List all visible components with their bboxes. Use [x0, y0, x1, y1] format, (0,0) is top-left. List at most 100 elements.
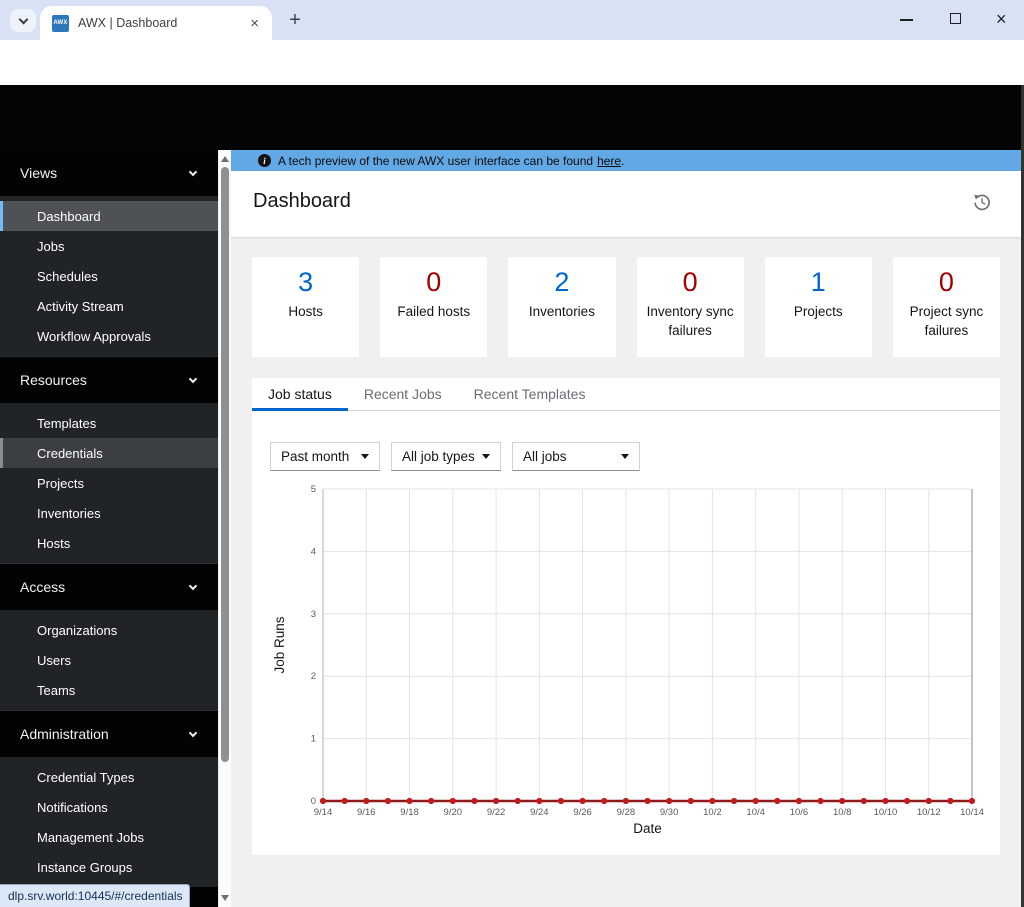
window-close-button[interactable]: ×: [996, 7, 1007, 31]
data-point: [341, 797, 348, 805]
svg-text:10/2: 10/2: [703, 807, 722, 818]
data-point: [925, 797, 932, 805]
job-status-chart-container: 0 1 2 3 4 5 9/14 9/16 9/18 9/20 9/22 9/24 9/26 9/28 9/…: [270, 481, 985, 845]
sidebar-group-header-views[interactable]: Views: [0, 150, 218, 196]
summary-card-projects: 1 Projects: [764, 257, 872, 357]
sidebar-scrollbar[interactable]: [218, 150, 231, 907]
data-point: [795, 797, 803, 805]
scrollbar-thumb[interactable]: [221, 167, 229, 762]
sidebar-item-teams[interactable]: Teams: [0, 675, 218, 705]
filter-select-past-month[interactable]: Past month: [270, 442, 380, 471]
filter-selected-value: Past month: [281, 449, 350, 464]
sidebar-nav: Views Dashboard Jobs Schedules Activity Stre…: [0, 150, 218, 907]
caret-down-icon: [621, 454, 629, 459]
sidebar-group-administration: Administration Credential Types Notificati…: [0, 710, 218, 887]
tab-close-icon[interactable]: ×: [247, 15, 262, 32]
sidebar-item-schedules[interactable]: Schedules: [0, 261, 218, 291]
svg-text:10/8: 10/8: [833, 807, 852, 818]
data-point: [968, 797, 976, 805]
job-status-line-chart: 0 1 2 3 4 5 9/14 9/16 9/18 9/20 9/22 9/24 9/26 9/28 9/…: [272, 484, 984, 836]
new-tab-button[interactable]: +: [283, 8, 307, 32]
card-value[interactable]: 0: [637, 266, 744, 300]
sidebar-item-projects[interactable]: Projects: [0, 468, 218, 498]
data-point: [384, 797, 391, 805]
sidebar-item-activity-stream[interactable]: Activity Stream: [0, 291, 218, 321]
data-point: [839, 797, 846, 805]
sidebar-item-inventories[interactable]: Inventories: [0, 498, 218, 528]
svg-text:10/4: 10/4: [746, 807, 765, 818]
sidebar-item-users[interactable]: Users: [0, 645, 218, 675]
sidebar-item-jobs[interactable]: Jobs: [0, 231, 218, 261]
data-point: [406, 797, 413, 805]
data-point: [579, 797, 586, 805]
sidebar-item-organizations[interactable]: Organizations: [0, 615, 218, 645]
data-point: [492, 797, 500, 805]
sidebar-item-notifications[interactable]: Notifications: [0, 792, 218, 822]
tab-search-button[interactable]: [10, 9, 36, 32]
sidebar-group-items: Credential Types Notifications Management …: [0, 757, 218, 887]
sidebar-group-header-resources[interactable]: Resources: [0, 357, 218, 403]
svg-text:10/10: 10/10: [874, 807, 898, 818]
awx-header: AWX ? admin: [0, 85, 1024, 233]
sidebar-group-header-access[interactable]: Access: [0, 564, 218, 610]
banner-here-link[interactable]: here: [597, 154, 621, 168]
tab-job-status[interactable]: Job status: [252, 378, 348, 411]
sidebar-item-instance-groups[interactable]: Instance Groups: [0, 852, 218, 882]
card-value[interactable]: 0: [380, 266, 487, 300]
page-header: Dashboard: [231, 171, 1021, 237]
svg-text:1: 1: [311, 734, 316, 745]
window-minimize-button[interactable]: [900, 19, 913, 21]
data-point: [428, 797, 435, 805]
chevron-down-icon: [188, 581, 198, 590]
data-point: [536, 797, 543, 805]
sidebar-item-management-jobs[interactable]: Management Jobs: [0, 822, 218, 852]
card-value[interactable]: 3: [252, 266, 359, 300]
sidebar-group-resources: Resources Templates Credentials Projects Inv…: [0, 356, 218, 563]
filter-select-all-jobs[interactable]: All jobs: [512, 442, 640, 471]
scroll-up-icon[interactable]: [221, 156, 229, 162]
banner-suffix: .: [621, 153, 625, 168]
scroll-down-icon[interactable]: [221, 895, 229, 901]
data-point: [947, 797, 954, 805]
sidebar-group-items: Dashboard Jobs Schedules Activity Stream Wor…: [0, 196, 218, 356]
svg-text:3: 3: [311, 609, 316, 620]
sidebar-item-hosts[interactable]: Hosts: [0, 528, 218, 558]
svg-text:9/16: 9/16: [357, 807, 376, 818]
sidebar-item-dashboard[interactable]: Dashboard: [0, 201, 218, 231]
sidebar-item-credential-types[interactable]: Credential Types: [0, 762, 218, 792]
sidebar-item-workflow-approvals[interactable]: Workflow Approvals: [0, 321, 218, 351]
summary-card-inventory-sync-failures: 0 Inventory sync failures: [636, 257, 744, 357]
chevron-down-icon: [188, 167, 198, 176]
x-axis-label: Date: [633, 821, 662, 836]
sidebar-item-templates[interactable]: Templates: [0, 408, 218, 438]
tab-recent-jobs[interactable]: Recent Jobs: [348, 378, 458, 410]
sidebar-group-label: Views: [20, 165, 58, 181]
filter-selected-value: All job types: [402, 449, 475, 464]
svg-text:0: 0: [311, 796, 316, 807]
card-value[interactable]: 0: [893, 266, 1000, 300]
svg-text:9/30: 9/30: [660, 807, 679, 818]
chevron-down-icon: [188, 728, 198, 737]
svg-text:10/6: 10/6: [790, 807, 809, 818]
filter-select-all-job-types[interactable]: All job types: [391, 442, 501, 471]
sidebar-item-credentials[interactable]: Credentials: [0, 438, 218, 468]
browser-tab[interactable]: AWX AWX | Dashboard ×: [40, 6, 272, 40]
refresh-history-icon[interactable]: [973, 193, 991, 214]
data-point: [622, 797, 629, 805]
browser-tab-strip: AWX AWX | Dashboard × + ×: [0, 0, 1024, 40]
sidebar-group-access: Access Organizations Users Teams: [0, 563, 218, 710]
sidebar-group-header-administration[interactable]: Administration: [0, 711, 218, 757]
card-value[interactable]: 2: [508, 266, 615, 300]
window-maximize-button[interactable]: [950, 13, 961, 24]
chevron-down-icon: [18, 14, 28, 24]
card-value[interactable]: 1: [765, 266, 872, 300]
data-point: [601, 797, 608, 805]
card-label: Hosts: [288, 303, 323, 319]
y-axis-label: Job Runs: [272, 616, 287, 673]
page-title: Dashboard: [253, 190, 351, 212]
data-point: [557, 797, 565, 805]
tab-recent-templates[interactable]: Recent Templates: [458, 378, 602, 410]
data-point: [666, 797, 673, 805]
caret-down-icon: [482, 454, 490, 459]
data-point: [471, 797, 478, 805]
